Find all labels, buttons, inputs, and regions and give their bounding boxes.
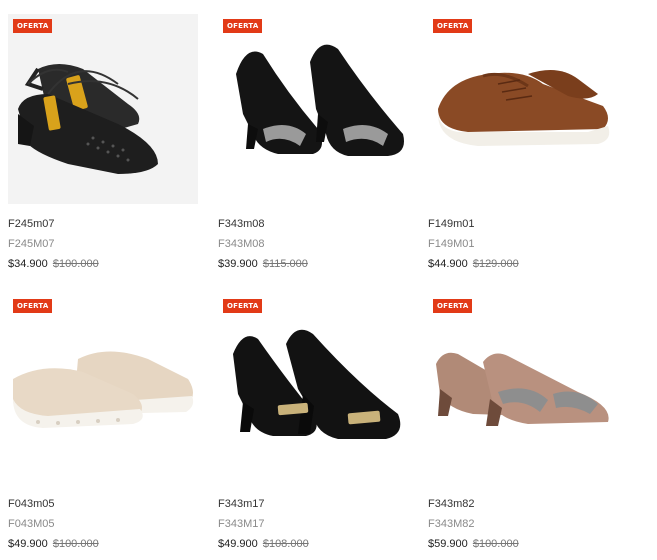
product-sku: F043M05 — [8, 518, 55, 530]
sale-price: $39.900 — [218, 258, 258, 270]
product-card[interactable]: OFERTA F343m08 F343M08 $39.900 $115.000 — [218, 14, 410, 270]
sale-price: $44.900 — [428, 258, 468, 270]
offer-badge: OFERTA — [223, 299, 263, 313]
product-prices: $59.900 $100.000 — [428, 538, 519, 550]
product-name[interactable]: F343m17 — [218, 498, 264, 510]
offer-badge: OFERTA — [13, 19, 53, 33]
product-card[interactable]: OFERTA F343m17 F343M17 $49.900 $108.000 — [218, 294, 410, 550]
product-name[interactable]: F245m07 — [8, 218, 54, 230]
product-image[interactable]: OFERTA — [428, 294, 618, 484]
offer-badge: OFERTA — [433, 299, 473, 313]
product-prices: $34.900 $100.000 — [8, 258, 99, 270]
shoe-image — [438, 70, 610, 146]
shoe-image — [236, 44, 404, 156]
product-prices: $49.900 $100.000 — [8, 538, 99, 550]
product-name[interactable]: F343m82 — [428, 498, 474, 510]
product-card[interactable]: OFERTA F343m82 F343M82 $59.900 $100.000 — [428, 294, 620, 550]
product-sku: F245M07 — [8, 238, 55, 250]
product-image[interactable]: OFERTA — [8, 14, 198, 204]
product-prices: $44.900 $129.000 — [428, 258, 519, 270]
original-price: $129.000 — [472, 258, 519, 270]
product-name[interactable]: F043m05 — [8, 498, 54, 510]
product-image[interactable]: OFERTA — [218, 294, 408, 484]
shoe-image — [13, 351, 194, 428]
product-image[interactable]: OFERTA — [8, 294, 198, 484]
product-sku: F343M08 — [218, 238, 265, 250]
product-sku: F343M17 — [218, 518, 265, 530]
sale-price: $59.900 — [428, 538, 468, 550]
product-name[interactable]: F343m08 — [218, 218, 264, 230]
shoe-image — [18, 64, 158, 174]
original-price: $115.000 — [262, 258, 308, 270]
sale-price: $34.900 — [8, 258, 48, 270]
product-prices: $49.900 $108.000 — [218, 538, 309, 550]
product-card[interactable]: OFERTA F149m01 F149M01 $44.900 $129.000 — [428, 14, 620, 270]
product-sku: F343M82 — [428, 518, 475, 530]
product-image[interactable]: OFERTA — [428, 14, 618, 204]
product-image[interactable]: OFERTA — [218, 14, 408, 204]
shoe-image — [436, 352, 609, 426]
product-prices: $39.900 $115.000 — [218, 258, 308, 270]
product-card[interactable]: OFERTA F245m07 F245M07 $34.900 $100.000 — [8, 14, 200, 270]
original-price: $100.000 — [472, 538, 519, 550]
original-price: $108.000 — [262, 538, 309, 550]
shoe-image — [233, 329, 401, 439]
sale-price: $49.900 — [218, 538, 258, 550]
original-price: $100.000 — [52, 538, 99, 550]
product-card[interactable]: OFERTA F043m05 F043M05 $49.900 $100.000 — [8, 294, 200, 550]
sale-price: $49.900 — [8, 538, 48, 550]
product-sku: F149M01 — [428, 238, 475, 250]
offer-badge: OFERTA — [13, 299, 53, 313]
product-name[interactable]: F149m01 — [428, 218, 474, 230]
original-price: $100.000 — [52, 258, 99, 270]
offer-badge: OFERTA — [223, 19, 263, 33]
offer-badge: OFERTA — [433, 19, 473, 33]
